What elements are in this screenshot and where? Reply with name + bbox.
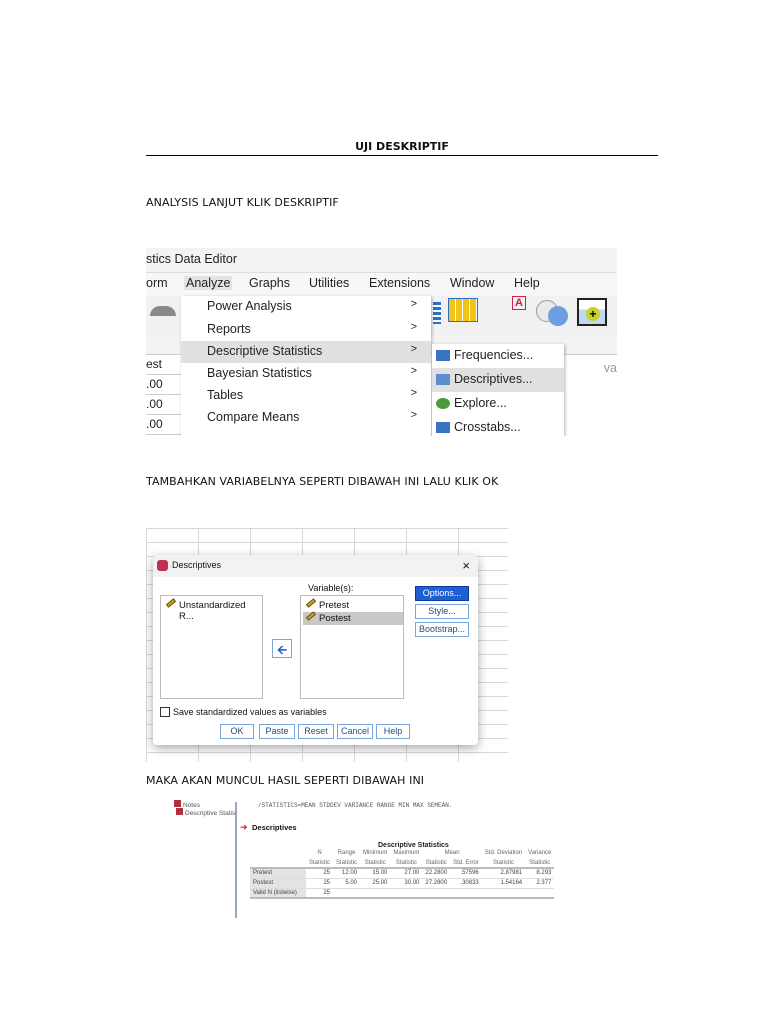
spss-menu-screenshot: stics Data Editor orm Analyze Graphs Uti…	[146, 248, 617, 436]
menu-graphs[interactable]: Graphs	[249, 276, 290, 290]
scale-variable-icon	[165, 598, 177, 608]
descriptive-statistics-table: N Range Minimum Maximum Mean Std. Deviation V…	[250, 848, 555, 899]
chevron-right-icon: >	[410, 409, 417, 421]
checkbox-label: Save standardized values as variables	[173, 707, 327, 717]
pane-divider[interactable]	[235, 802, 237, 918]
table-icon	[176, 808, 183, 815]
syntax-text: /STATISTICS=MEAN STDDEV VARIANCE RANGE M…	[258, 802, 453, 809]
output-screenshot: Notes Descriptive Statist /STATISTICS=ME…	[146, 798, 656, 918]
grid-icon[interactable]	[433, 302, 441, 324]
table-row: Valid N (listwise) 25	[250, 888, 555, 899]
notes-icon	[174, 800, 181, 807]
variable-item[interactable]: Pretest	[303, 598, 349, 612]
descriptives-icon	[436, 374, 450, 385]
crosstabs-icon	[436, 422, 450, 433]
descriptive-statistics-submenu: Frequencies... Descriptives... Explore..…	[432, 344, 564, 436]
explore-icon	[436, 398, 450, 409]
grid-cell[interactable]: .00	[146, 375, 184, 395]
close-icon[interactable]: ×	[462, 558, 470, 573]
menu-item-bayesian-statistics[interactable]: Bayesian Statistics >	[181, 363, 431, 385]
value-labels-icon[interactable]: A	[512, 296, 526, 310]
reset-button[interactable]: Reset	[298, 724, 334, 739]
menu-extensions[interactable]: Extensions	[369, 276, 430, 290]
step-2-text: TAMBAHKAN VARIABELNYA SEPERTI DIBAWAH IN…	[146, 475, 499, 488]
analyze-menu: Power Analysis > Reports > Descriptive Sta…	[181, 296, 431, 436]
style-button[interactable]: Style...	[415, 604, 469, 619]
window-title: stics Data Editor	[146, 252, 238, 266]
menu-utilities[interactable]: Utilities	[309, 276, 349, 290]
menu-item-tables[interactable]: Tables >	[181, 385, 431, 407]
submenu-explore[interactable]: Explore...	[432, 392, 564, 416]
variable-item[interactable]: Postest	[303, 611, 403, 625]
submenu-descriptives[interactable]: Descriptives...	[432, 368, 564, 392]
chevron-right-icon: >	[410, 321, 417, 333]
dialog-title: Descriptives	[172, 560, 222, 570]
variables-label: Variable(s):	[308, 583, 354, 593]
menu-item-compare-means[interactable]: Compare Means >	[181, 407, 431, 429]
step-1-text: ANALYSIS LANJUT KLIK DESKRIPTIF	[146, 196, 339, 209]
menu-analyze[interactable]: Analyze	[184, 276, 233, 290]
table-icon[interactable]	[448, 298, 478, 322]
step-3-text: MAKA AKAN MUNCUL HASIL SEPERTI DIBAWAH I…	[146, 774, 425, 787]
menu-item-reports[interactable]: Reports >	[181, 319, 431, 341]
chevron-right-icon: >	[410, 387, 417, 399]
menu-item-descriptive-statistics[interactable]: Descriptive Statistics >	[181, 341, 431, 363]
options-button[interactable]: Options...	[415, 586, 469, 601]
selected-variable-list[interactable]: Pretest Postest	[300, 595, 404, 699]
arrow-icon: ➜	[240, 822, 248, 832]
table-row: Postest 25 5.00 25.00 30.00 27.2800.30833 1.…	[250, 878, 555, 889]
menu-window[interactable]: Window	[450, 276, 494, 290]
grid-cell[interactable]: .00	[146, 415, 184, 435]
grid-cell[interactable]: .00	[146, 395, 184, 415]
dialog-titlebar: Descriptives ×	[153, 555, 478, 577]
ok-button[interactable]: OK	[220, 724, 254, 739]
scale-variable-icon	[305, 598, 317, 608]
chevron-right-icon: >	[410, 365, 417, 377]
submenu-crosstabs[interactable]: Crosstabs...	[432, 416, 564, 436]
help-button[interactable]: Help	[376, 724, 410, 739]
column-header-var: va	[603, 361, 617, 375]
table-row: Pretest 25 12.00 15.00 27.00 22.2800.57596 2…	[250, 868, 555, 879]
title-divider	[146, 155, 658, 156]
bootstrap-button[interactable]: Bootstrap...	[415, 622, 469, 637]
descriptives-dialog-screenshot: Descriptives × Unstandardized R... Varia…	[146, 528, 508, 762]
column-header: est	[146, 355, 184, 375]
menu-transform[interactable]: orm	[146, 276, 168, 290]
frequencies-icon	[436, 350, 450, 361]
menu-item-power-analysis[interactable]: Power Analysis >	[181, 296, 431, 318]
document-title: UJI DESKRIPTIF	[355, 140, 449, 153]
paste-button[interactable]: Paste	[259, 724, 295, 739]
descriptives-dialog: Descriptives × Unstandardized R... Varia…	[153, 555, 478, 745]
spss-icon	[157, 560, 168, 571]
submenu-frequencies[interactable]: Frequencies...	[432, 344, 564, 368]
output-heading: Descriptives	[252, 823, 297, 832]
chevron-right-icon: >	[410, 343, 417, 355]
tree-item-descriptive[interactable]: Descriptive Statist	[176, 808, 237, 817]
menubar: orm Analyze Graphs Utilities Extensions …	[146, 272, 617, 296]
scale-variable-icon	[305, 611, 317, 621]
save-standardized-checkbox[interactable]	[160, 707, 170, 717]
redo-icon[interactable]	[150, 306, 176, 316]
chevron-right-icon: >	[410, 298, 417, 310]
variable-item[interactable]: Unstandardized R...	[163, 598, 262, 622]
add-icon[interactable]: +	[577, 298, 607, 326]
source-variable-list[interactable]: Unstandardized R...	[160, 595, 263, 699]
cancel-button[interactable]: Cancel	[337, 724, 373, 739]
sets-icon[interactable]	[548, 306, 568, 326]
menu-help[interactable]: Help	[514, 276, 540, 290]
move-arrow-button[interactable]: 🡨	[272, 639, 292, 658]
